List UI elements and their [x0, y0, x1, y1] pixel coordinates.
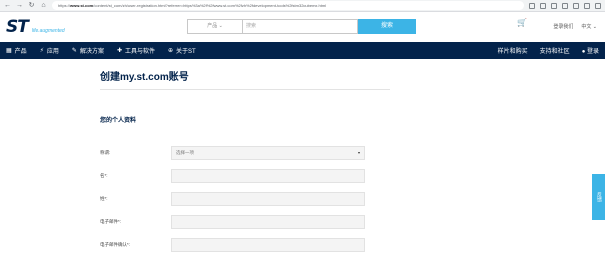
field-label: 名*:: [100, 173, 108, 178]
url-prefix: https://: [58, 3, 71, 8]
url-host: www.st.com: [70, 3, 94, 8]
section-title: 您的个人资料: [100, 118, 137, 124]
extension-icon[interactable]: [551, 2, 557, 9]
forward-icon[interactable]: →: [16, 0, 23, 12]
extension-icon[interactable]: [573, 2, 579, 9]
search-category-select[interactable]: 产品 ⌄: [187, 19, 243, 34]
field-label: 称谓:: [100, 150, 111, 155]
form-row-last-name: 姓*:: [100, 192, 390, 206]
form-row-email-confirm: 电子邮件确认*:: [100, 238, 390, 252]
main-nav: ▦ 产品 ⚡ 应用 ✎ 解决方案 ✚ 工具与软件 ⊕ 关于ST 样片和购买 支持和社区 ●…: [0, 42, 605, 59]
user-box: 🛒 登录我们 中文 ⌄: [517, 18, 597, 30]
email-field[interactable]: [171, 215, 365, 229]
nav-label: 产品: [14, 49, 27, 55]
form-row-first-name: 名*:: [100, 169, 390, 183]
globe-icon: ⊕: [168, 48, 174, 54]
form-row-salutation: 称谓: 选择一项 ▾: [100, 146, 390, 160]
nav-item-about[interactable]: ⊕ 关于ST: [168, 46, 196, 55]
reload-icon[interactable]: ↻: [28, 0, 35, 12]
address-bar[interactable]: https://www.st.com/content/st_com/zh/use…: [52, 1, 524, 10]
email-confirm-field[interactable]: [171, 238, 365, 252]
extension-icon[interactable]: [562, 2, 568, 9]
url-path: /content/st_com/zh/user-registration.htm…: [93, 3, 327, 8]
nav-label: 应用: [46, 49, 59, 55]
extension-icon[interactable]: [540, 2, 546, 9]
cart-icon[interactable]: 🛒: [517, 18, 527, 27]
home-icon[interactable]: ⌂: [40, 0, 47, 12]
menu-icon[interactable]: [595, 2, 601, 9]
brand-bar: ST life.augmented 产品 ⌄ 搜索 搜索 🛒 登录我们 中文 ⌄: [0, 12, 605, 42]
language-label: 中文: [581, 24, 592, 30]
user-icon: ●: [581, 49, 586, 55]
salutation-select[interactable]: 选择一项 ▾: [171, 146, 365, 160]
nav-item-products[interactable]: ▦ 产品: [6, 46, 27, 55]
logo-tagline: life.augmented: [31, 28, 65, 34]
registration-form: 创建my.st.com账号 您的个人资料 称谓: 选择一项 ▾ 名*: 姓*: 电…: [100, 68, 390, 261]
nav-item-applications[interactable]: ⚡ 应用: [40, 46, 59, 55]
login-link[interactable]: 登录我们: [553, 23, 573, 30]
field-label: 电子邮件确认*:: [100, 242, 131, 247]
grid-icon: ▦: [6, 48, 12, 54]
nav-item-login[interactable]: ● 登录: [582, 46, 599, 55]
nav-right: 样片和购买 支持和社区 ● 登录: [498, 46, 599, 55]
chevron-down-icon: ⌄: [218, 23, 223, 29]
nav-item-samples[interactable]: 样片和购买: [498, 46, 528, 55]
page-title: 创建my.st.com账号: [100, 68, 390, 90]
nav-login-label: 登录: [586, 49, 599, 55]
nav-item-solutions[interactable]: ✎ 解决方案: [72, 46, 104, 55]
feedback-tab[interactable]: 反馈: [592, 174, 605, 220]
bolt-icon: ⚡: [39, 48, 44, 54]
extension-icon[interactable]: [529, 2, 535, 9]
tools-icon: ✚: [116, 48, 122, 54]
search-category-value: 产品: [207, 23, 218, 29]
search-input[interactable]: 搜索: [243, 19, 358, 34]
first-name-field[interactable]: [171, 169, 365, 183]
nav-label: 工具与软件: [125, 49, 156, 55]
back-icon[interactable]: ←: [4, 0, 11, 12]
field-label: 电子邮件*:: [100, 219, 122, 224]
salutation-value: 选择一项: [176, 150, 194, 155]
logo-mark: ST: [6, 17, 29, 37]
form-row-email: 电子邮件*:: [100, 215, 390, 229]
search-bar: 产品 ⌄ 搜索 搜索: [187, 19, 416, 34]
nav-item-tools[interactable]: ✚ 工具与软件: [117, 46, 155, 55]
language-select[interactable]: 中文 ⌄: [581, 23, 597, 30]
nav-item-support[interactable]: 支持和社区: [540, 46, 570, 55]
pencil-icon: ✎: [71, 48, 77, 54]
caret-down-icon: ▾: [357, 150, 360, 155]
nav-label: 解决方案: [79, 49, 104, 55]
nav-label: 关于ST: [176, 49, 196, 55]
browser-extensions: [529, 2, 601, 9]
st-logo[interactable]: ST life.augmented: [6, 17, 65, 37]
search-button[interactable]: 搜索: [358, 19, 416, 34]
browser-toolbar: ← → ↻ ⌂ https://www.st.com/content/st_co…: [0, 0, 605, 12]
last-name-field[interactable]: [171, 192, 365, 206]
field-label: 姓*:: [100, 196, 108, 201]
profile-icon[interactable]: [584, 2, 590, 9]
